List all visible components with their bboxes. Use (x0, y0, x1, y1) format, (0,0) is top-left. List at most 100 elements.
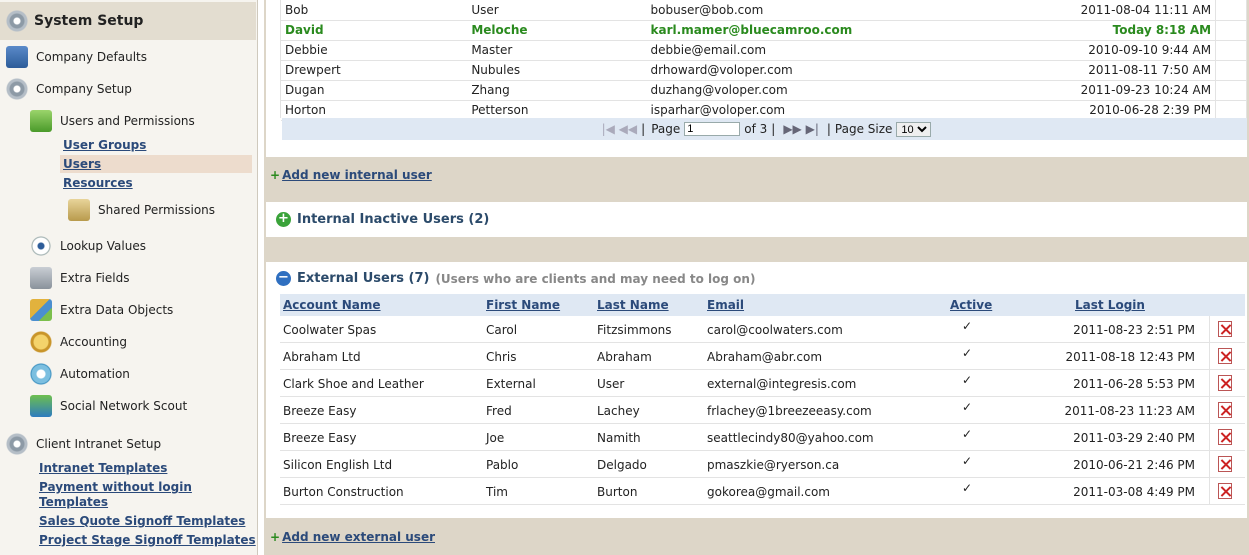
fields-list-icon (30, 267, 52, 289)
active-check-icon: ✓ (962, 373, 973, 387)
cell-first: Fred (486, 404, 512, 418)
sidebar-item-company-defaults[interactable]: Company Defaults (6, 46, 147, 68)
cell-last: Namith (597, 431, 641, 445)
sidebar-link-payment-without-login[interactable]: Payment without login (39, 480, 192, 494)
page-size-label: Page Size (834, 122, 893, 136)
cell-email: Abraham@abr.com (707, 350, 823, 364)
pager-sep: | (641, 122, 646, 136)
cell-last-login: 2011-09-23 10:24 AM (1013, 80, 1216, 101)
sidebar-link-users[interactable]: Users (63, 157, 101, 171)
sidebar-item-social-network-scout[interactable]: Social Network Scout (30, 395, 187, 417)
sidebar-header[interactable]: System Setup (0, 2, 256, 40)
cell-last-login: 2011-03-08 4:49 PM (1073, 485, 1195, 499)
column-divider (1209, 451, 1210, 478)
cell-last: Burton (597, 485, 638, 499)
active-check-icon: ✓ (962, 319, 973, 333)
sidebar-item-lookup-values[interactable]: Lookup Values (30, 235, 146, 257)
cell-email: seattlecindy80@yahoo.com (707, 431, 874, 445)
sidebar-link-resources[interactable]: Resources (63, 176, 133, 190)
page-number-input[interactable] (684, 122, 741, 136)
delete-icon[interactable] (1218, 456, 1232, 472)
sidebar-link-payment-templates[interactable]: Templates (39, 495, 108, 509)
cell-email: drhoward@voloper.com (646, 60, 1014, 81)
sidebar-item-users-permissions[interactable]: Users and Permissions (30, 110, 195, 132)
sidebar-item-extra-data-objects[interactable]: Extra Data Objects (30, 299, 173, 321)
delete-icon[interactable] (1218, 402, 1232, 418)
table-row[interactable]: Breeze Easy Fred Lachey frlachey@1breezeeas… (280, 397, 1245, 424)
cell-spacer (1215, 0, 1246, 21)
column-divider (1209, 478, 1210, 505)
sidebar-item-label: Company Defaults (36, 50, 147, 64)
col-last-login[interactable]: Last Login (1075, 298, 1145, 312)
sidebar-item-label: Lookup Values (60, 239, 146, 253)
lookup-eye-icon (30, 235, 52, 257)
cell-account: Breeze Easy (283, 404, 357, 418)
table-row[interactable]: Clark Shoe and Leather External User extern… (280, 370, 1245, 397)
col-account-name[interactable]: Account Name (283, 298, 381, 312)
cell-last-login: 2011-06-28 5:53 PM (1073, 377, 1195, 391)
cell-last: Meloche (467, 20, 647, 41)
delete-icon[interactable] (1218, 348, 1232, 364)
delete-icon[interactable] (1218, 429, 1232, 445)
pager-page-label: Page (651, 122, 681, 136)
sidebar-item-label: Extra Data Objects (60, 303, 174, 317)
sidebar-item-shared-permissions[interactable]: Shared Permissions (68, 199, 215, 221)
sidebar-link-project-stage-signoff[interactable]: Project Stage Signoff Templates (39, 533, 256, 547)
cell-email: isparhar@voloper.com (646, 100, 1014, 121)
table-row[interactable]: Dugan Zhang duzhang@voloper.com 2011-09-23 … (281, 80, 1246, 101)
table-row[interactable]: Abraham Ltd Chris Abraham Abraham@abr.com ✓ 2… (280, 343, 1245, 370)
external-users-toggle[interactable]: − External Users (7) (Users who are clie… (276, 271, 755, 286)
lock-share-icon (68, 199, 90, 221)
column-divider (1209, 424, 1210, 451)
inactive-users-toggle[interactable]: + Internal Inactive Users (2) (276, 212, 489, 227)
col-first-name[interactable]: First Name (486, 298, 560, 312)
delete-icon[interactable] (1218, 375, 1232, 391)
col-email[interactable]: Email (707, 298, 744, 312)
cell-last-login: 2010-06-28 2:39 PM (1013, 100, 1216, 121)
cell-spacer (1215, 80, 1246, 101)
delete-icon[interactable] (1218, 483, 1232, 499)
external-users-header: Account Name First Name Last Name Email … (280, 294, 1245, 316)
gear-icon (6, 10, 28, 32)
cell-last-login: 2011-08-04 11:11 AM (1013, 0, 1216, 21)
table-row[interactable]: Drewpert Nubules drhoward@voloper.com 2011-… (281, 60, 1246, 81)
table-row[interactable]: Debbie Master debbie@email.com 2010-09-10 9… (281, 40, 1246, 61)
cell-first: Joe (486, 431, 505, 445)
table-row[interactable]: Coolwater Spas Carol Fitzsimmons carol@cool… (280, 316, 1245, 343)
sidebar-item-company-setup[interactable]: Company Setup (6, 78, 132, 100)
table-row[interactable]: Burton Construction Tim Burton gokorea@gmai… (280, 478, 1245, 505)
table-row[interactable]: Silicon English Ltd Pablo Delgado pmaszkie@… (280, 451, 1245, 478)
sidebar-item-label: Client Intranet Setup (36, 437, 162, 451)
cell-email: external@integresis.com (707, 377, 857, 391)
page-size-select[interactable]: 10 (896, 121, 932, 137)
table-row[interactable]: David Meloche karl.mamer@bluecamroo.com Tod… (281, 20, 1246, 41)
add-internal-user-link[interactable]: + Add new internal user (270, 168, 432, 182)
sidebar-title: System Setup (34, 13, 144, 29)
sidebar-item-accounting[interactable]: Accounting (30, 331, 127, 353)
next-last-page-icon[interactable]: ▶▶ ▶| (783, 122, 819, 136)
add-external-user-link[interactable]: + Add new external user (270, 530, 435, 544)
cell-last: Petterson (467, 100, 647, 121)
table-row[interactable]: Breeze Easy Joe Namith seattlecindy80@yahoo… (280, 424, 1245, 451)
social-scout-icon (30, 395, 52, 417)
cell-email: bobuser@bob.com (646, 0, 1014, 21)
sidebar-link-intranet-templates[interactable]: Intranet Templates (39, 461, 167, 475)
col-active[interactable]: Active (950, 298, 992, 312)
table-row[interactable]: Horton Petterson isparhar@voloper.com 2010-… (281, 100, 1246, 121)
sidebar-item-client-intranet-setup[interactable]: Client Intranet Setup (6, 433, 161, 455)
add-internal-user-label: Add new internal user (282, 168, 432, 182)
cell-last-login: 2011-08-18 12:43 PM (1065, 350, 1195, 364)
sidebar-item-extra-fields[interactable]: Extra Fields (30, 267, 129, 289)
cell-last-login: 2011-03-29 2:40 PM (1073, 431, 1195, 445)
sidebar-link-user-groups[interactable]: User Groups (63, 138, 146, 152)
sidebar-item-automation[interactable]: Automation (30, 363, 130, 385)
sidebar-link-sales-quote-signoff[interactable]: Sales Quote Signoff Templates (39, 514, 245, 528)
sidebar-item-label: Accounting (60, 335, 128, 349)
delete-icon[interactable] (1218, 321, 1232, 337)
cell-last: User (597, 377, 625, 391)
col-last-name[interactable]: Last Name (597, 298, 669, 312)
table-row[interactable]: Bob User bobuser@bob.com 2011-08-04 11:11 A… (281, 0, 1246, 21)
column-divider (1209, 343, 1210, 370)
first-prev-page-icon[interactable]: |◀ ◀◀ (602, 122, 638, 136)
cell-last-login: Today 8:18 AM (1013, 20, 1216, 41)
